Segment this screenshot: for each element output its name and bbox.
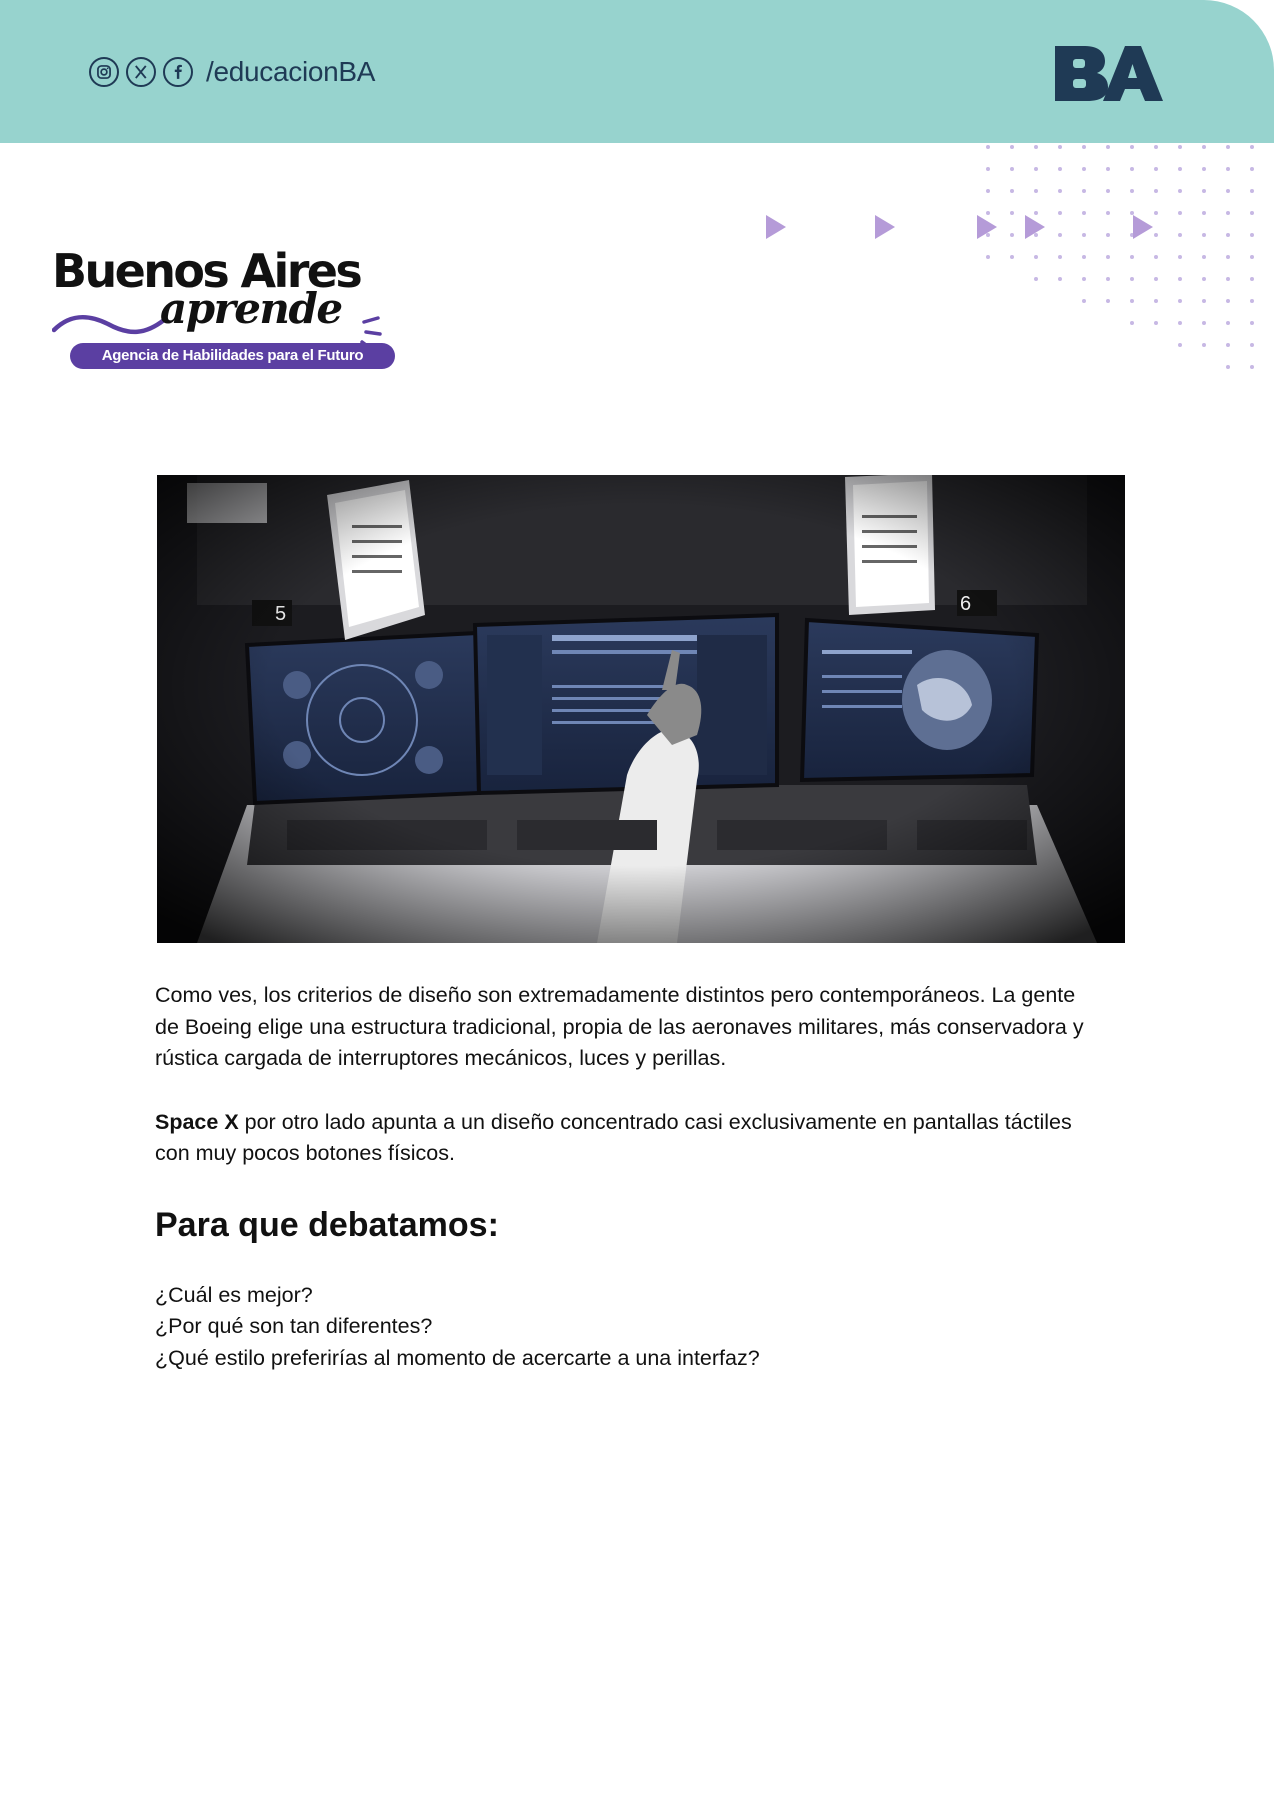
- arrow-icon: [1025, 215, 1045, 239]
- spacex-bold: Space X: [155, 1109, 239, 1134]
- debate-questions: ¿Cuál es mejor? ¿Por qué son tan diferen…: [155, 1280, 1105, 1375]
- instagram-icon[interactable]: [89, 57, 119, 87]
- spacecraft-cockpit-photo: 5 6: [157, 475, 1125, 943]
- logo-script: aprende: [160, 284, 343, 333]
- dot-pattern-decoration: [986, 145, 1254, 369]
- debate-heading: Para que debatamos:: [155, 1205, 499, 1244]
- page-header: /educacionBA: [0, 0, 1274, 143]
- ba-logo: [1055, 46, 1163, 101]
- question-item: ¿Por qué son tan diferentes?: [155, 1314, 433, 1338]
- social-handle[interactable]: /educacionBA: [206, 56, 375, 88]
- arrow-icon: [766, 215, 786, 239]
- paragraph-spacex: Space X por otro lado apunta a un diseño…: [155, 1107, 1105, 1170]
- logo-tagline-badge: Agencia de Habilidades para el Futuro: [70, 343, 395, 369]
- main-content: Como ves, los criterios de diseño son ex…: [155, 980, 1105, 1374]
- paragraph-design-criteria: Como ves, los criterios de diseño son ex…: [155, 983, 1084, 1070]
- facebook-icon[interactable]: [163, 57, 193, 87]
- arrow-icon: [875, 215, 895, 239]
- social-links: /educacionBA: [89, 56, 375, 88]
- arrow-icon: [977, 215, 997, 239]
- spacex-text: por otro lado apunta a un diseño concent…: [155, 1109, 1072, 1166]
- x-icon[interactable]: [126, 57, 156, 87]
- question-item: ¿Cuál es mejor?: [155, 1282, 313, 1307]
- buenos-aires-aprende-logo: Buenos Aires aprende Agencia de Habilida…: [52, 248, 395, 374]
- question-item: ¿Qué estilo preferirías al momento de ac…: [155, 1345, 760, 1370]
- arrow-icon: [1133, 215, 1153, 239]
